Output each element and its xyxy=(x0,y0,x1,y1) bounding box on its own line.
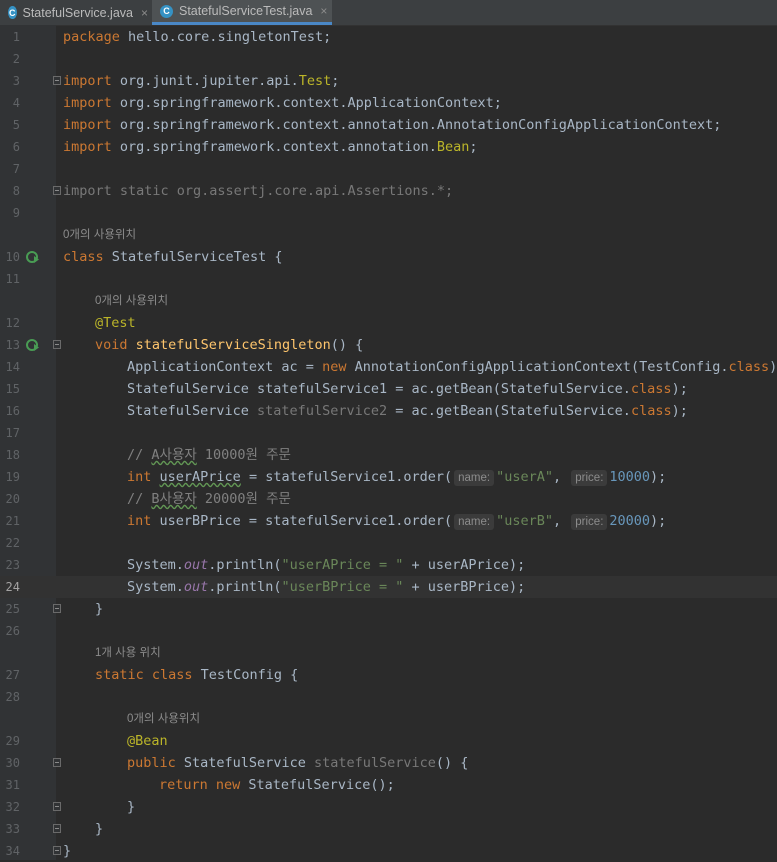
line-number: 31 xyxy=(5,778,20,792)
code-line: 15 StatefulService statefulService1 = ac… xyxy=(0,378,777,400)
code-line: 23 System.out.println("userAPrice = " + … xyxy=(0,554,777,576)
line-number: 21 xyxy=(5,514,20,528)
code-line: 18 // A사용자 10000원 주문 xyxy=(0,444,777,466)
code-line: 32 } xyxy=(0,796,777,818)
line-number: 15 xyxy=(5,382,20,396)
fold-icon[interactable] xyxy=(53,604,61,613)
line-number: 12 xyxy=(5,316,20,330)
fold-icon[interactable] xyxy=(53,846,61,855)
code-line: 30 public StatefulService statefulServic… xyxy=(0,752,777,774)
fold-icon[interactable] xyxy=(53,76,61,85)
code-line: 14 ApplicationContext ac = new Annotatio… xyxy=(0,356,777,378)
line-number: 27 xyxy=(5,668,20,682)
fold-icon[interactable] xyxy=(53,340,61,349)
close-icon[interactable]: × xyxy=(320,4,327,18)
code-line: 16 StatefulService statefulService2 = ac… xyxy=(0,400,777,422)
code-line: 31 return new StatefulService(); xyxy=(0,774,777,796)
code-line: 34 } xyxy=(0,840,777,862)
code-line: 12 @Test xyxy=(0,312,777,334)
code-line: 19 int userAPrice = statefulService1.ord… xyxy=(0,466,777,488)
line-number: 18 xyxy=(5,448,20,462)
line-number: 24 xyxy=(5,580,20,594)
code-line: 2 xyxy=(0,48,777,70)
close-icon[interactable]: × xyxy=(141,6,148,20)
usages-hint[interactable]: 0개의 사용위치 xyxy=(127,708,200,730)
code-line: 21 int userBPrice = statefulService1.ord… xyxy=(0,510,777,532)
code-line: 8 import static org.assertj.core.api.Ass… xyxy=(0,180,777,202)
code-line: 4 import org.springframework.context.App… xyxy=(0,92,777,114)
line-number: 32 xyxy=(5,800,20,814)
code-line: 9 xyxy=(0,202,777,224)
line-number: 19 xyxy=(5,470,20,484)
parameter-hint: price: xyxy=(571,470,608,486)
line-number: 26 xyxy=(5,624,20,638)
line-number: 10 xyxy=(5,250,20,264)
line-number: 4 xyxy=(12,96,20,110)
code-line: 3 import org.junit.jupiter.api.Test; xyxy=(0,70,777,92)
run-test-icon[interactable] xyxy=(26,250,40,264)
code-line: 10 class StatefulServiceTest { xyxy=(0,246,777,268)
current-line: 24 System.out.println("userBPrice = " + … xyxy=(0,576,777,598)
line-number: 29 xyxy=(5,734,20,748)
line-number: 14 xyxy=(5,360,20,374)
code-line: 33 } xyxy=(0,818,777,840)
run-test-icon[interactable] xyxy=(26,338,40,352)
line-number: 25 xyxy=(5,602,20,616)
usages-hint[interactable]: 0개의 사용위치 xyxy=(95,290,168,312)
line-number: 3 xyxy=(12,74,20,88)
parameter-hint: price: xyxy=(571,514,608,530)
code-line: 26 xyxy=(0,620,777,642)
code-line: 29 @Bean xyxy=(0,730,777,752)
code-line: 20 // B사용자 20000원 주문 xyxy=(0,488,777,510)
usages-hint[interactable]: 0개의 사용위치 xyxy=(63,224,136,246)
line-number: 8 xyxy=(12,184,20,198)
line-number: 13 xyxy=(5,338,20,352)
line-number: 9 xyxy=(12,206,20,220)
line-number: 7 xyxy=(12,162,20,176)
fold-icon[interactable] xyxy=(53,802,61,811)
line-number: 17 xyxy=(5,426,20,440)
parameter-hint: name: xyxy=(454,470,495,486)
line-number: 33 xyxy=(5,822,20,836)
line-number: 16 xyxy=(5,404,20,418)
code-line: 5 import org.springframework.context.ann… xyxy=(0,114,777,136)
line-number: 23 xyxy=(5,558,20,572)
tab-label: StatefulService.java xyxy=(22,5,133,20)
tab-stateful-service-test[interactable]: C StatefulServiceTest.java × xyxy=(152,0,332,25)
parameter-hint: name: xyxy=(454,514,495,530)
class-icon: C xyxy=(8,6,17,19)
code-line: 17 xyxy=(0,422,777,444)
code-line: 6 import org.springframework.context.ann… xyxy=(0,136,777,158)
code-line: 1 package hello.core.singletonTest; xyxy=(0,26,777,48)
code-line: 28 xyxy=(0,686,777,708)
line-number: 34 xyxy=(5,844,20,858)
line-number: 20 xyxy=(5,492,20,506)
editor-tab-bar: C StatefulService.java × C StatefulServi… xyxy=(0,0,777,26)
code-line: 13 void statefulServiceSingleton() { xyxy=(0,334,777,356)
line-number: 1 xyxy=(12,30,20,44)
line-number: 22 xyxy=(5,536,20,550)
code-line: 22 xyxy=(0,532,777,554)
line-number: 11 xyxy=(5,272,20,286)
line-number: 28 xyxy=(5,690,20,704)
line-number: 30 xyxy=(5,756,20,770)
code-line: 11 xyxy=(0,268,777,290)
tab-label: StatefulServiceTest.java xyxy=(179,4,313,18)
line-number: 6 xyxy=(12,140,20,154)
line-number: 5 xyxy=(12,118,20,132)
line-number: 2 xyxy=(12,52,20,66)
code-line: 25 } xyxy=(0,598,777,620)
test-class-icon: C xyxy=(160,4,173,18)
fold-icon[interactable] xyxy=(53,186,61,195)
fold-icon[interactable] xyxy=(53,824,61,833)
fold-icon[interactable] xyxy=(53,758,61,767)
code-line: 27 static class TestConfig { xyxy=(0,664,777,686)
tab-stateful-service[interactable]: C StatefulService.java × xyxy=(0,0,148,25)
code-line: 7 xyxy=(0,158,777,180)
usages-hint[interactable]: 1개 사용 위치 xyxy=(95,642,161,664)
